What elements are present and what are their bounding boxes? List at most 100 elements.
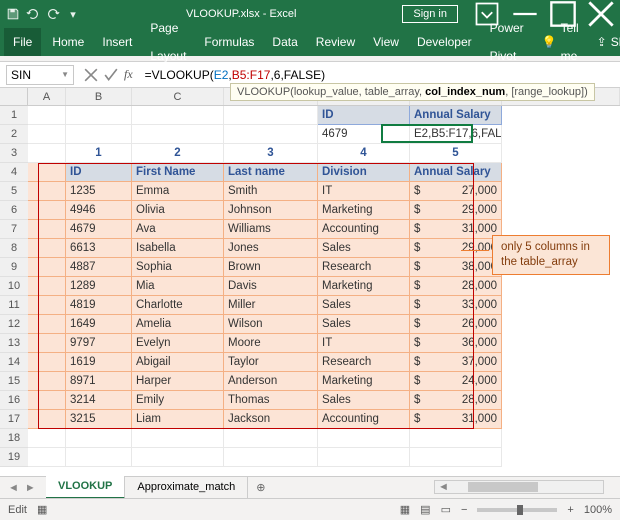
cell-salary[interactable]: $29,000 <box>410 201 502 220</box>
row-header[interactable]: 12 <box>0 315 28 334</box>
row-header[interactable]: 7 <box>0 220 28 239</box>
cell[interactable] <box>28 315 66 334</box>
cell[interactable] <box>28 296 66 315</box>
cell-division[interactable]: Accounting <box>318 220 410 239</box>
cell-lastname[interactable]: Davis <box>224 277 318 296</box>
cell[interactable] <box>28 220 66 239</box>
zoom-slider[interactable] <box>477 508 557 512</box>
cell[interactable] <box>132 429 224 448</box>
cell[interactable] <box>410 429 502 448</box>
view-layout-icon[interactable]: ▤ <box>420 503 430 516</box>
cell-id[interactable]: 8971 <box>66 372 132 391</box>
row-header[interactable]: 1 <box>0 106 28 125</box>
cell-lastname[interactable]: Wilson <box>224 315 318 334</box>
cell-division[interactable]: Research <box>318 353 410 372</box>
redo-icon[interactable] <box>46 7 60 21</box>
cell-salary[interactable]: $26,000 <box>410 315 502 334</box>
sheet-tab-approximate[interactable]: Approximate_match <box>125 477 248 498</box>
cell[interactable] <box>318 448 410 467</box>
cell[interactable] <box>132 448 224 467</box>
cell-lastname[interactable]: Taylor <box>224 353 318 372</box>
cell[interactable] <box>28 163 66 182</box>
zoom-in-icon[interactable]: + <box>567 504 573 516</box>
view-normal-icon[interactable]: ▦ <box>400 503 410 516</box>
cell-salary[interactable]: $24,000 <box>410 372 502 391</box>
cell[interactable] <box>28 182 66 201</box>
cell[interactable] <box>66 125 132 144</box>
row-header[interactable]: 14 <box>0 353 28 372</box>
cell-division[interactable]: Sales <box>318 296 410 315</box>
cell[interactable]: First Name <box>132 163 224 182</box>
cell[interactable] <box>28 201 66 220</box>
cell[interactable] <box>66 448 132 467</box>
cell-firstname[interactable]: Harper <box>132 372 224 391</box>
row-header[interactable]: 4 <box>0 163 28 182</box>
cell-id[interactable]: 1235 <box>66 182 132 201</box>
cell-division[interactable]: Sales <box>318 315 410 334</box>
signin-button[interactable]: Sign in <box>402 5 458 23</box>
cell-division[interactable]: IT <box>318 334 410 353</box>
save-icon[interactable] <box>6 7 20 21</box>
cell-division[interactable]: Sales <box>318 391 410 410</box>
tab-insert[interactable]: Insert <box>93 28 141 56</box>
cell[interactable] <box>28 448 66 467</box>
cell[interactable]: Division <box>318 163 410 182</box>
cell[interactable] <box>224 106 318 125</box>
lookup-header-salary[interactable]: Annual Salary <box>410 106 502 125</box>
share-button[interactable]: ⇪Share <box>588 28 620 56</box>
cell-salary[interactable]: $28,000 <box>410 391 502 410</box>
cell-id[interactable]: 9797 <box>66 334 132 353</box>
row-header[interactable]: 10 <box>0 277 28 296</box>
cell[interactable] <box>224 429 318 448</box>
cell-salary[interactable]: $36,000 <box>410 334 502 353</box>
tab-next-icon[interactable]: ► <box>25 482 36 494</box>
tab-powerpivot[interactable]: Power Pivot <box>481 14 533 70</box>
cell-id[interactable]: 1289 <box>66 277 132 296</box>
cell-firstname[interactable]: Ava <box>132 220 224 239</box>
cell-lastname[interactable]: Smith <box>224 182 318 201</box>
cell-firstname[interactable]: Abigail <box>132 353 224 372</box>
cell-lastname[interactable]: Jackson <box>224 410 318 429</box>
cell[interactable] <box>28 391 66 410</box>
cell-firstname[interactable]: Evelyn <box>132 334 224 353</box>
tab-review[interactable]: Review <box>307 28 364 56</box>
row-header[interactable]: 15 <box>0 372 28 391</box>
tab-pagelayout[interactable]: Page Layout <box>141 14 195 70</box>
cell[interactable] <box>224 448 318 467</box>
cell-salary[interactable]: $37,000 <box>410 353 502 372</box>
row-header[interactable]: 9 <box>0 258 28 277</box>
cell-division[interactable]: Research <box>318 258 410 277</box>
worksheet[interactable]: ABCDEF 12345678910111213141516171819 IDA… <box>0 88 620 488</box>
cell-division[interactable]: IT <box>318 182 410 201</box>
cell[interactable]: ID <box>66 163 132 182</box>
cell-id[interactable]: 4819 <box>66 296 132 315</box>
row-header[interactable]: 5 <box>0 182 28 201</box>
cell[interactable] <box>66 106 132 125</box>
zoom-level[interactable]: 100% <box>584 504 612 516</box>
row-header[interactable]: 13 <box>0 334 28 353</box>
row-header[interactable]: 17 <box>0 410 28 429</box>
lookup-id-value[interactable]: 4679 <box>318 125 410 144</box>
lookup-header-id[interactable]: ID <box>318 106 410 125</box>
cell[interactable] <box>410 448 502 467</box>
macro-icon[interactable]: ▦ <box>37 503 47 516</box>
cell-id[interactable]: 1619 <box>66 353 132 372</box>
cell[interactable] <box>28 277 66 296</box>
row-header[interactable]: 6 <box>0 201 28 220</box>
cell-firstname[interactable]: Emily <box>132 391 224 410</box>
cell-id[interactable]: 3214 <box>66 391 132 410</box>
cell[interactable]: 1 <box>66 144 132 163</box>
cell-firstname[interactable]: Emma <box>132 182 224 201</box>
cell[interactable] <box>28 239 66 258</box>
cell[interactable] <box>224 125 318 144</box>
cell-salary[interactable]: $31,000 <box>410 220 502 239</box>
cell[interactable] <box>318 429 410 448</box>
cell[interactable]: Last name <box>224 163 318 182</box>
cell-id[interactable]: 4887 <box>66 258 132 277</box>
cell-id[interactable]: 1649 <box>66 315 132 334</box>
cell[interactable]: 4 <box>318 144 410 163</box>
tab-developer[interactable]: Developer <box>408 28 481 56</box>
tab-file[interactable]: File <box>4 28 41 56</box>
tab-formulas[interactable]: Formulas <box>195 28 263 56</box>
cell[interactable] <box>28 106 66 125</box>
